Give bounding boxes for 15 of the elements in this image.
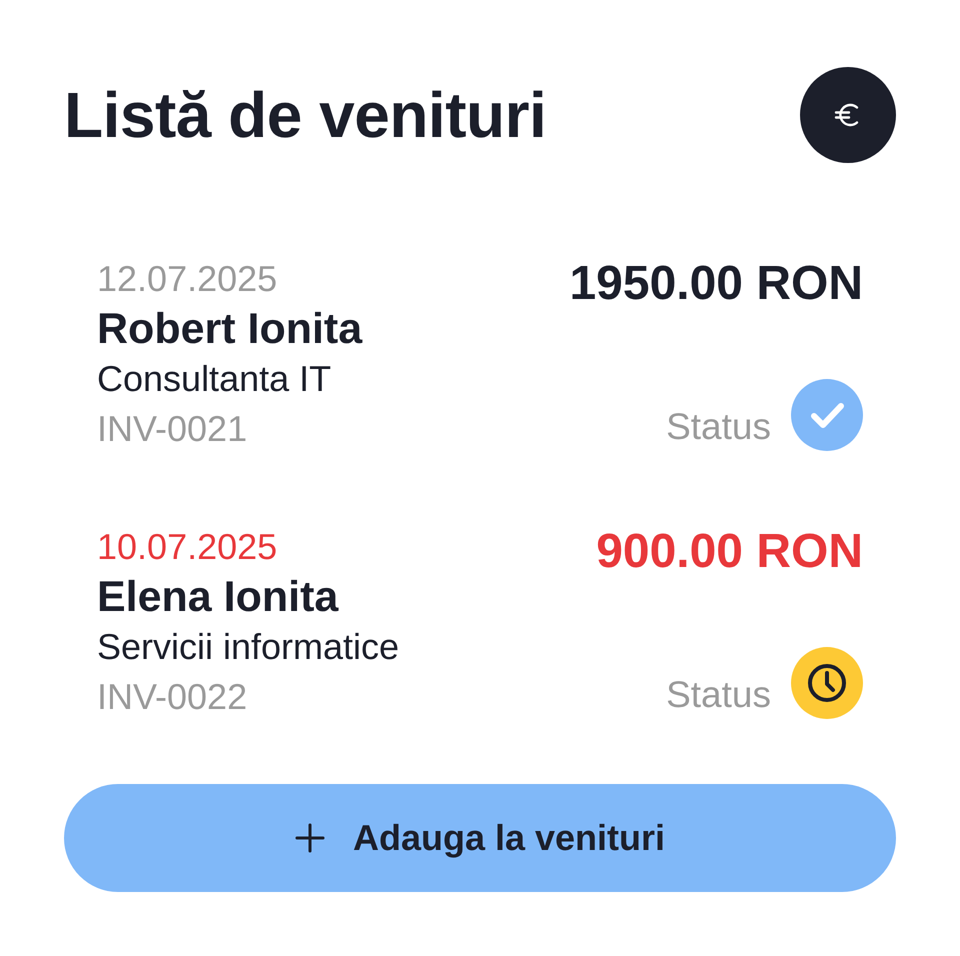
invoice-number: INV-0021: [97, 407, 248, 451]
income-date: 10.07.2025: [97, 525, 278, 569]
client-name: Elena Ionita: [97, 572, 340, 622]
invoice-number: INV-0022: [97, 675, 248, 719]
income-description: Servicii informatice: [97, 625, 400, 669]
income-amount: 1950.00 RON: [569, 256, 863, 312]
page-title: Listă de venituri: [64, 83, 546, 147]
add-income-button[interactable]: Adauga la venituri: [64, 784, 896, 892]
plus-icon: [294, 823, 325, 853]
status-label: Status: [666, 405, 771, 449]
income-amount: 900.00 RON: [596, 524, 863, 580]
income-date: 12.07.2025: [97, 257, 278, 301]
client-name: Robert Ionita: [97, 304, 362, 354]
status-label: Status: [666, 673, 771, 717]
income-description: Consultanta IT: [97, 357, 332, 401]
